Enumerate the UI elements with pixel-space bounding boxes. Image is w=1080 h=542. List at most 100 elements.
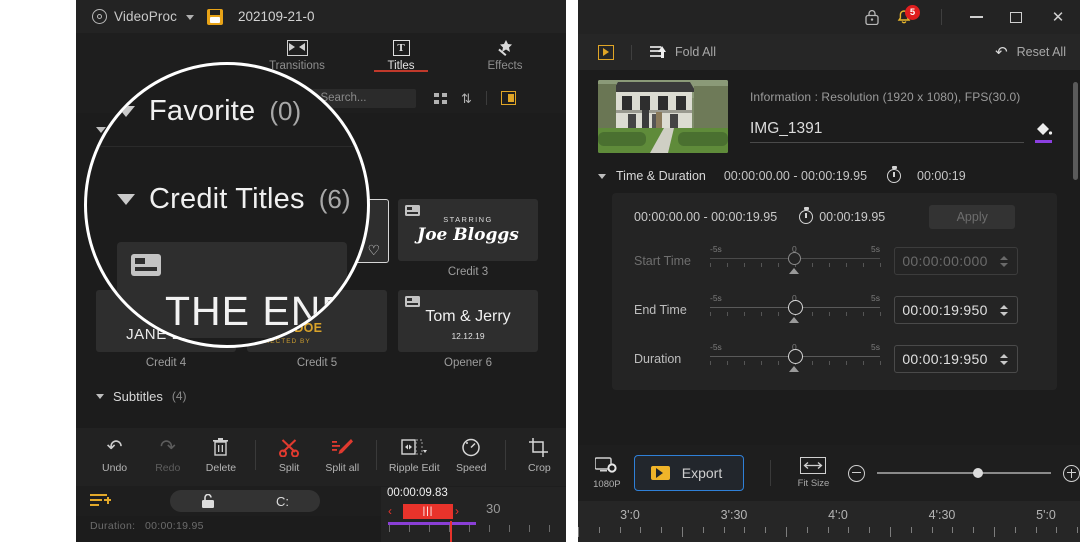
panel-toggle-icon[interactable] xyxy=(500,91,516,105)
stepper-arrows[interactable] xyxy=(995,304,1017,316)
undo-arc-icon[interactable]: ↶ xyxy=(995,45,1008,60)
trim-right-icon[interactable]: › xyxy=(455,504,459,519)
export-button[interactable]: Export xyxy=(633,455,745,491)
grid-view-icon[interactable] xyxy=(434,92,447,104)
split-all-button[interactable]: Split all xyxy=(316,428,369,474)
triangle-down-icon xyxy=(598,173,606,179)
inspector-panel: Information : Resolution (1920 x 1080), … xyxy=(578,70,1080,445)
title-badge-icon xyxy=(405,205,420,216)
divider xyxy=(97,146,363,147)
slider-knob[interactable] xyxy=(788,300,803,315)
slider-marker xyxy=(789,366,799,372)
start-time-input[interactable]: 00:00:00:000 xyxy=(894,247,1018,275)
list-item[interactable]: Tom & Jerry 12.12.19 Opener 6 xyxy=(398,290,538,369)
section-subtitles-title: Subtitles xyxy=(113,388,163,404)
magnified-favorite-count: (0) xyxy=(269,96,302,126)
tab-titles[interactable]: T Titles xyxy=(366,33,436,72)
fold-all-icon[interactable] xyxy=(650,45,666,59)
delete-button[interactable]: Delete xyxy=(194,428,247,474)
lock-track-button[interactable] xyxy=(170,490,245,512)
speed-label: Speed xyxy=(456,462,487,474)
redo-button[interactable]: ↷ Redo xyxy=(141,428,194,475)
triangle-down-icon xyxy=(117,106,135,117)
speed-button[interactable]: Speed xyxy=(445,428,498,474)
end-time-input[interactable]: 00:00:19:950 xyxy=(894,296,1018,324)
transitions-icon xyxy=(286,40,308,56)
slider-knob[interactable] xyxy=(788,252,801,265)
duration-input[interactable]: 00:00:19:950 xyxy=(894,345,1018,373)
timeline-clip-area: 00:00:09.83 ‹ ||| › 30 xyxy=(381,487,566,542)
preview-panel-icon[interactable] xyxy=(598,44,614,60)
slider-row-start-time: Start Time -5s 0 5s 00:00:00:000 xyxy=(612,244,1057,278)
ruler-mark-30: 30 xyxy=(486,501,501,516)
zoom-slider-knob[interactable] xyxy=(973,468,983,479)
apply-button[interactable]: Apply xyxy=(929,205,1016,229)
edit-toolbar: ↶ Undo ↷ Redo Delete Split Split all Rip… xyxy=(76,428,566,486)
playhead[interactable] xyxy=(450,521,452,542)
file-name-field[interactable]: IMG_1391 xyxy=(750,120,1024,143)
zoom-out-icon[interactable] xyxy=(848,464,865,482)
timeline-clip[interactable]: ||| xyxy=(403,504,453,519)
tile-thumbnail[interactable]: Tom & Jerry 12.12.19 xyxy=(398,290,538,352)
vertical-scrollbar[interactable] xyxy=(1073,82,1078,180)
right-bottom-bar: 1080P Export Fit Size xyxy=(578,445,1080,501)
close-button[interactable]: ✕ xyxy=(1036,0,1080,34)
sort-icon[interactable]: ⇅ xyxy=(461,92,472,105)
stopwatch-icon xyxy=(887,166,902,183)
time-duration-header[interactable]: Time & Duration 00:00:00.00 - 00:00:19.9… xyxy=(578,166,1080,183)
ruler-ticks xyxy=(578,527,1080,539)
left-timeline-ruler: Duration: 00:00:19.95 00:00:09.83 ‹ ||| … xyxy=(76,487,566,542)
notifications-button[interactable]: 5 xyxy=(895,5,920,26)
tab-effects[interactable]: Effects xyxy=(470,33,540,72)
fold-all-label[interactable]: Fold All xyxy=(675,45,716,59)
duration-value: 00:00:19.95 xyxy=(144,520,204,532)
stepper-arrows[interactable] xyxy=(995,255,1017,267)
start-time-slider[interactable]: -5s 0 5s xyxy=(710,244,881,278)
left-window: VideoProc 202109-21-0 Transitions T Titl… xyxy=(76,0,566,542)
lock-icon[interactable] xyxy=(865,9,879,25)
tile-thumbnail[interactable]: STARRING Joe Bloggs xyxy=(398,199,538,261)
right-timeline-ruler[interactable]: 3':0 3':30 4':0 4':30 5':0 xyxy=(578,501,1080,542)
floppy-disk-icon[interactable] xyxy=(206,8,223,25)
fit-size-icon xyxy=(800,457,827,474)
tile-caption: Opener 6 xyxy=(444,357,492,369)
split-button[interactable]: Split xyxy=(263,428,316,474)
chevron-down-icon[interactable] xyxy=(185,15,194,20)
reset-all-label[interactable]: Reset All xyxy=(1017,45,1066,59)
triangle-down-icon xyxy=(96,393,104,399)
trim-left-icon[interactable]: ‹ xyxy=(388,504,392,519)
panel-duration: 00:00:19.95 xyxy=(819,210,886,224)
end-time-slider[interactable]: -5s 0 5s xyxy=(710,293,881,327)
undo-button[interactable]: ↶ Undo xyxy=(88,428,141,475)
information-text: Information : Resolution (1920 x 1080), … xyxy=(750,90,1021,104)
divider xyxy=(770,460,771,486)
stepper-arrows[interactable] xyxy=(995,353,1017,365)
zoom-slider[interactable] xyxy=(877,468,1051,479)
ruler-label: 3':0 xyxy=(620,508,640,522)
magnified-section-credit-titles: Credit Titles (6) xyxy=(87,183,367,216)
duration-slider[interactable]: -5s 0 5s xyxy=(710,342,881,376)
divider xyxy=(631,44,632,60)
unlock-icon xyxy=(201,493,214,508)
duration-readout: Duration: 00:00:19.95 xyxy=(90,520,204,532)
divider xyxy=(375,440,377,470)
list-item[interactable]: STARRING Joe Bloggs Credit 3 xyxy=(398,199,538,280)
magnet-button[interactable]: C: xyxy=(245,490,320,512)
right-toolbar: Fold All ↶ Reset All xyxy=(578,34,1080,70)
magic-wand-icon xyxy=(498,39,512,56)
heart-icon[interactable]: ♡ xyxy=(367,243,380,257)
fit-size-button[interactable]: Fit Size xyxy=(793,457,834,489)
zoom-in-icon[interactable] xyxy=(1063,464,1080,482)
section-subtitles[interactable]: Subtitles (4) xyxy=(76,379,566,413)
slider-row-end-time: End Time -5s 0 5s 00:00:19:950 xyxy=(612,293,1057,327)
minimize-button[interactable] xyxy=(956,0,996,34)
ripple-edit-button[interactable]: Ripple Edit xyxy=(384,428,445,474)
slider-knob[interactable] xyxy=(788,349,803,364)
add-list-icon[interactable] xyxy=(90,494,111,508)
output-settings-button[interactable]: 1080P xyxy=(588,456,626,490)
paint-bucket-icon[interactable] xyxy=(1034,121,1054,143)
ripple-edit-icon xyxy=(401,439,428,455)
crop-button[interactable]: Crop xyxy=(513,428,566,474)
maximize-button[interactable] xyxy=(996,0,1036,34)
magnified-credit-titles-title: Credit Titles xyxy=(149,183,305,215)
